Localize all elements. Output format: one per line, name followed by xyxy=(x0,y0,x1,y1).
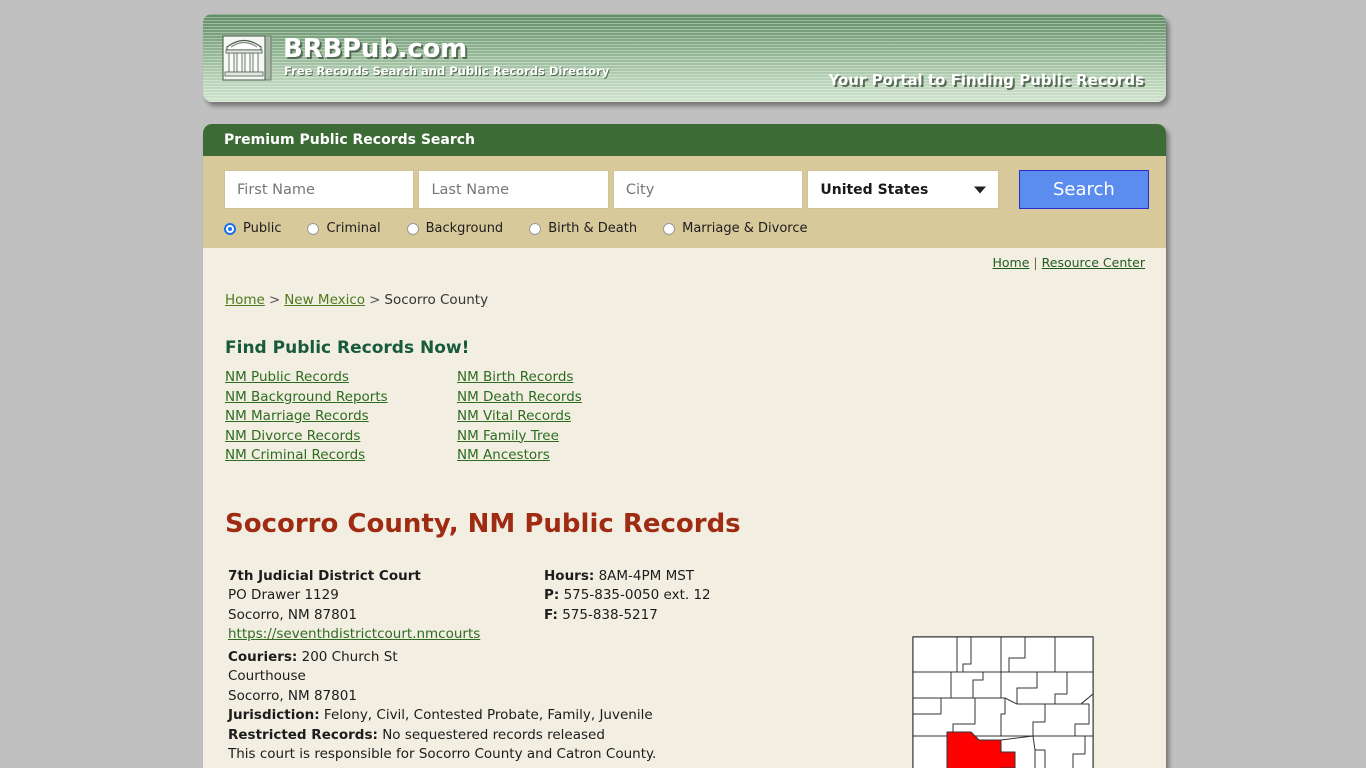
court-address-column: 7th Judicial District Court PO Drawer 11… xyxy=(228,567,544,645)
court-details-columns: 7th Judicial District Court PO Drawer 11… xyxy=(228,567,1145,645)
main-content-card: Premium Public Records Search First Name… xyxy=(203,124,1166,768)
find-records-heading: Find Public Records Now! xyxy=(225,338,470,358)
breadcrumb-current: Socorro County xyxy=(384,292,489,308)
court-jurisdiction-label: Jurisdiction: xyxy=(228,707,320,723)
courthouse-icon xyxy=(221,32,275,86)
court-phone-value: 575-835-0050 ext. 12 xyxy=(563,587,711,603)
link-nm-divorce-records[interactable]: NM Divorce Records xyxy=(225,427,360,447)
record-type-radio-group: Public Criminal Background Birth & Death… xyxy=(224,221,1149,240)
site-header-banner: BRBPub.com Free Records Search and Publi… xyxy=(203,14,1166,102)
link-nm-criminal-records[interactable]: NM Criminal Records xyxy=(225,446,365,466)
link-nm-public-records[interactable]: NM Public Records xyxy=(225,368,349,388)
radio-background[interactable]: Background xyxy=(406,221,504,236)
radio-public-dot[interactable] xyxy=(224,222,236,235)
brand-subtitle: Free Records Search and Public Records D… xyxy=(284,64,610,78)
link-nm-vital-records[interactable]: NM Vital Records xyxy=(457,407,571,427)
search-button[interactable]: Search xyxy=(1018,170,1149,209)
radio-birth-death-label: Birth & Death xyxy=(548,221,638,236)
search-fields-row: First Name Last Name City United States … xyxy=(224,170,1149,209)
utility-links: Home | Resource Center xyxy=(224,248,1145,270)
court-fax-row: F: 575-838-5217 xyxy=(544,606,711,626)
utility-link-separator: | xyxy=(1033,255,1038,270)
link-nm-background-reports[interactable]: NM Background Reports xyxy=(225,388,388,408)
radio-public[interactable]: Public xyxy=(224,221,281,236)
court-phone-row: P: 575-835-0050 ext. 12 xyxy=(544,586,711,606)
radio-marriage-divorce[interactable]: Marriage & Divorce xyxy=(663,221,807,236)
search-panel: First Name Last Name City United States … xyxy=(203,156,1166,248)
chevron-down-icon xyxy=(973,186,986,193)
state-records-links-column-1: NM Public Records NM Background Reports … xyxy=(225,368,457,466)
court-name: 7th Judicial District Court xyxy=(228,567,421,584)
court-responsibility-note: This court is responsible for Socorro Co… xyxy=(228,746,657,762)
breadcrumb: Home > New Mexico > Socorro County xyxy=(225,292,1145,308)
brand-title: BRBPub.com xyxy=(283,34,468,64)
radio-criminal-label: Criminal xyxy=(326,221,381,236)
link-nm-death-records[interactable]: NM Death Records xyxy=(457,388,582,408)
page-content: Home | Resource Center Home > New Mexico > Soc… xyxy=(203,248,1166,768)
utility-link-home[interactable]: Home xyxy=(992,255,1029,270)
page-root: BRBPub.com Free Records Search and Publi… xyxy=(0,0,1366,768)
search-panel-header: Premium Public Records Search xyxy=(203,124,1166,156)
court-jurisdiction-value: Felony, Civil, Contested Probate, Family… xyxy=(323,707,653,723)
country-select-value: United States xyxy=(820,181,929,198)
court-website-link[interactable]: https://seventhdistrictcourt.nmcourts xyxy=(228,626,480,642)
search-panel-title: Premium Public Records Search xyxy=(224,132,476,148)
radio-marriage-divorce-dot[interactable] xyxy=(663,222,676,235)
breadcrumb-new-mexico[interactable]: New Mexico xyxy=(284,292,365,308)
breadcrumb-separator-2: > xyxy=(369,292,381,308)
court-restricted-row: Restricted Records: No sequestered recor… xyxy=(228,726,1145,746)
court-couriers-row: Couriers: 200 Church St xyxy=(228,648,1145,668)
radio-criminal[interactable]: Criminal xyxy=(307,221,381,236)
utility-link-resource-center[interactable]: Resource Center xyxy=(1042,255,1145,270)
radio-background-dot[interactable] xyxy=(406,222,419,235)
last-name-input[interactable]: Last Name xyxy=(418,170,609,209)
state-records-links-column-2: NM Birth Records NM Death Records NM Vit… xyxy=(457,368,582,466)
first-name-input[interactable]: First Name xyxy=(224,170,415,209)
country-select[interactable]: United States xyxy=(807,170,999,209)
court-hours-row: Hours: 8AM-4PM MST xyxy=(544,567,711,587)
site-tagline: Your Portal to Finding Public Records xyxy=(828,71,1144,89)
court-couriers-line-2: Courthouse xyxy=(228,668,306,684)
state-records-links: NM Public Records NM Background Reports … xyxy=(225,368,1145,466)
radio-marriage-divorce-label: Marriage & Divorce xyxy=(682,221,808,236)
breadcrumb-separator-1: > xyxy=(268,292,281,308)
city-input[interactable]: City xyxy=(612,170,804,209)
radio-public-label: Public xyxy=(243,221,282,236)
link-nm-family-tree[interactable]: NM Family Tree xyxy=(457,427,559,447)
page-title: Socorro County, NM Public Records xyxy=(225,508,741,539)
link-nm-ancestors[interactable]: NM Ancestors xyxy=(457,446,550,466)
court-couriers-label: Couriers: xyxy=(228,648,298,665)
court-restricted-label: Restricted Records: xyxy=(228,726,378,743)
radio-criminal-dot[interactable] xyxy=(307,222,320,235)
radio-birth-death[interactable]: Birth & Death xyxy=(529,221,637,236)
breadcrumb-home[interactable]: Home xyxy=(225,292,265,308)
court-hours-value: 8AM-4PM MST xyxy=(598,567,695,584)
court-restricted-value: No sequestered records released xyxy=(382,726,605,743)
court-details: 7th Judicial District Court PO Drawer 11… xyxy=(228,567,1145,765)
court-address-line-2: Socorro, NM 87801 xyxy=(228,606,357,623)
court-hours-label: Hours: xyxy=(544,567,595,584)
court-address-line-1: PO Drawer 1129 xyxy=(228,587,339,603)
court-fax-value: 575-838-5217 xyxy=(562,606,658,623)
court-fax-label: F: xyxy=(544,606,558,623)
radio-background-label: Background xyxy=(425,221,504,236)
court-couriers-value: 200 Church St xyxy=(301,648,398,665)
court-jurisdiction-row: Jurisdiction: Felony, Civil, Contested P… xyxy=(228,706,1145,726)
court-phone-label: P: xyxy=(544,587,560,603)
court-extra-details: Couriers: 200 Church St Courthouse Socor… xyxy=(228,648,1145,765)
radio-birth-death-dot[interactable] xyxy=(529,222,542,235)
court-couriers-line-3: Socorro, NM 87801 xyxy=(228,687,357,704)
link-nm-birth-records[interactable]: NM Birth Records xyxy=(457,368,573,388)
link-nm-marriage-records[interactable]: NM Marriage Records xyxy=(225,407,369,427)
court-contact-column: Hours: 8AM-4PM MST P: 575-835-0050 ext. … xyxy=(544,567,711,645)
